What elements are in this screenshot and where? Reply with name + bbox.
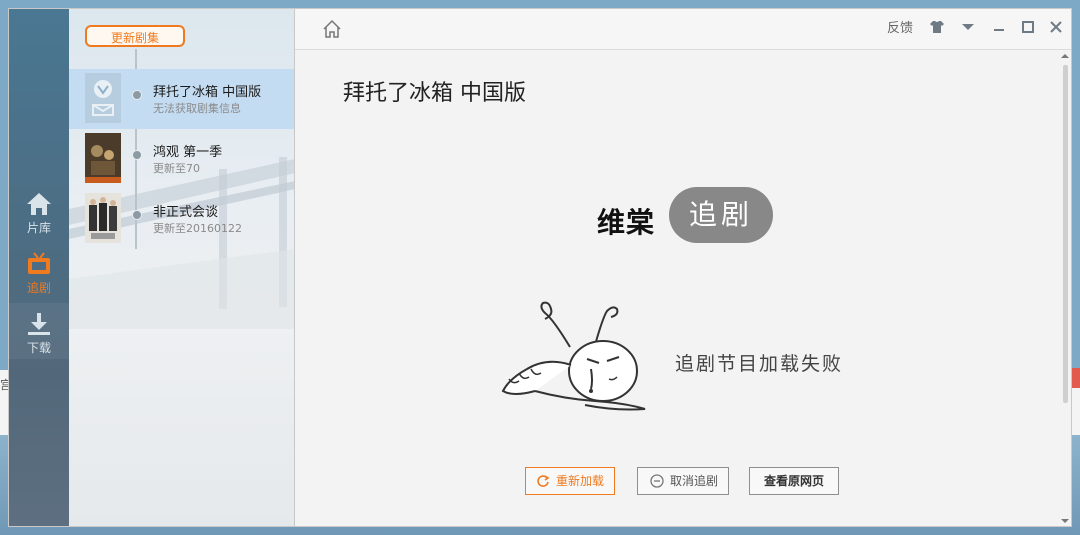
nav-item-follow[interactable]: 追剧 (9, 243, 69, 299)
show-list-panel: 更新剧集 拜托了冰箱 中国版 无法获取剧集信息 鸿观 第一季 更新至70 非正式… (69, 9, 295, 526)
skin-icon[interactable] (928, 18, 946, 36)
show-status: 无法获取剧集信息 (153, 102, 241, 115)
tv-icon (28, 252, 50, 274)
timeline-dot (132, 210, 142, 220)
show-title: 鸿观 第一季 (153, 145, 223, 160)
show-status: 更新至20160122 (153, 222, 242, 235)
logo-badge: 追剧 (669, 187, 773, 243)
nav-item-download[interactable]: 下载 (9, 303, 69, 359)
menu-dropdown-icon[interactable] (959, 18, 977, 36)
home-icon (27, 193, 51, 215)
download-icon (28, 313, 50, 335)
show-thumbnail (85, 73, 121, 123)
error-message: 追剧节目加载失败 (675, 353, 844, 375)
logo-text: 维棠 (597, 206, 656, 239)
home-icon[interactable] (321, 18, 343, 40)
reload-button[interactable]: 重新加载 (525, 467, 615, 495)
view-original-page-button[interactable]: 查看原网页 (749, 467, 839, 495)
nav-item-label: 片库 (26, 221, 51, 235)
scroll-thumb[interactable] (1063, 65, 1068, 403)
show-title: 非正式会谈 (153, 205, 219, 220)
show-title: 拜托了冰箱 中国版 (153, 85, 262, 100)
close-icon[interactable] (1047, 18, 1065, 36)
show-thumbnail (85, 193, 121, 243)
nav-item-label: 下载 (26, 341, 51, 355)
reload-label: 重新加载 (556, 474, 605, 488)
timeline-dot (132, 150, 142, 160)
vertical-scrollbar[interactable] (1059, 51, 1071, 526)
nav-item-library[interactable]: 片库 (9, 183, 69, 239)
cancel-follow-button[interactable]: 取消追剧 (637, 467, 729, 495)
app-window: 片库 追剧 下载 更新剧集 拜托了冰箱 中国版 无法获取剧集信息 鸿观 第一季 … (8, 8, 1072, 527)
timeline-dot (132, 90, 142, 100)
show-item[interactable]: 非正式会谈 更新至20160122 (69, 189, 294, 249)
show-status: 更新至70 (153, 162, 200, 175)
app-logo: 维棠 追剧 (597, 187, 773, 247)
feedback-link[interactable]: 反馈 (887, 17, 913, 36)
sad-bug-illustration (501, 301, 646, 411)
desktop-fragment-red (1072, 368, 1080, 388)
nav-rail: 片库 追剧 下载 (9, 9, 69, 526)
nav-item-label: 追剧 (26, 281, 51, 295)
scroll-up-icon[interactable] (1059, 51, 1071, 61)
scroll-down-icon[interactable] (1059, 516, 1071, 526)
top-bar: 反馈 (295, 9, 1071, 50)
maximize-icon[interactable] (1019, 18, 1037, 36)
show-item[interactable]: 鸿观 第一季 更新至70 (69, 129, 294, 189)
refresh-icon (537, 475, 550, 487)
show-item[interactable]: 拜托了冰箱 中国版 无法获取剧集信息 (69, 69, 294, 129)
cancel-follow-label: 取消追剧 (670, 474, 719, 488)
show-thumbnail (85, 133, 121, 183)
page-title: 拜托了冰箱 中国版 (343, 81, 526, 106)
update-shows-button[interactable]: 更新剧集 (85, 25, 185, 47)
minimize-icon[interactable] (990, 18, 1008, 36)
main-content: 反馈 拜托了冰箱 中国版 维棠 追剧 追剧节目加载失败 重新加载 取消追剧 查看… (295, 9, 1071, 526)
minus-circle-icon (650, 474, 664, 488)
